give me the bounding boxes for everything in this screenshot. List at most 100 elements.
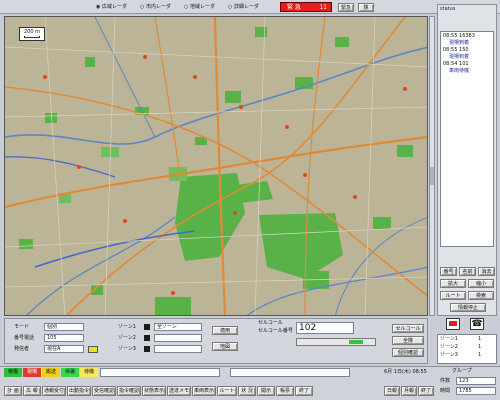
end-button[interactable]: 終了 — [418, 386, 434, 396]
all-units-button[interactable]: 全隊 — [392, 336, 424, 345]
status-tag: 現場 — [23, 368, 41, 377]
log-text: 車両待機 — [449, 68, 470, 74]
slider-fill — [349, 340, 363, 344]
info-stop-button[interactable]: 情報停止 — [450, 303, 486, 312]
group-panel: ゾーン1 1 ゾーン2 1 ゾーン3 1 — [437, 334, 497, 364]
unit-number-field[interactable]: 102 — [296, 322, 354, 334]
playback-slider[interactable] — [296, 338, 376, 346]
radio-wide[interactable]: ◉ 広域レーダ — [96, 4, 127, 11]
radio-area[interactable]: ○ 地域レーダ — [184, 4, 215, 11]
zoom-in-button[interactable]: 拡大 — [440, 279, 466, 288]
log-entry[interactable]: 08:55 150 — [443, 47, 491, 54]
zone3-swatch — [144, 346, 150, 352]
daily-report-button[interactable]: 日報 — [384, 386, 400, 396]
scroll-thumb[interactable] — [430, 167, 434, 185]
status-tags: 稼働 現場 搬送 帰署 待機 — [4, 368, 100, 377]
unit-button[interactable]: 隊 — [358, 3, 374, 12]
route-button[interactable]: ルート — [440, 291, 466, 300]
radio-icon: ○ — [184, 4, 189, 10]
radio-detail[interactable]: ○ 詳細レーダ — [228, 4, 259, 11]
radio-city[interactable]: ○ 市内レーダ — [140, 4, 171, 11]
log-text: 現場到着 — [449, 54, 470, 60]
map-vertical-scrollbar[interactable] — [429, 16, 435, 316]
right-panel: status 08:55 16383 現場到着 08:55 150 現場到着 0… — [437, 4, 497, 316]
flag-icon[interactable] — [446, 318, 460, 330]
scale-bar: 200 m — [19, 27, 45, 41]
log-code: 150 — [459, 47, 469, 53]
log-time: 08:54 — [443, 61, 458, 67]
log-entry[interactable]: 08:54 101 — [443, 61, 491, 68]
zone3-label: ゾーン3 — [118, 346, 136, 352]
route-bottom-button[interactable]: ルート — [217, 386, 237, 396]
receive-check-button[interactable]: 受信確認 — [92, 386, 116, 396]
send-memo-button[interactable]: 送達メモ — [167, 386, 191, 396]
flag-red — [449, 321, 457, 326]
number-button[interactable]: 番号 — [440, 267, 457, 276]
individual-confirm-button[interactable]: 個別確認 — [392, 348, 424, 357]
scale-line — [24, 36, 40, 38]
code-label: 番号電話 — [14, 335, 35, 341]
group-row-value: 1 — [478, 344, 482, 350]
radio-group: ◉ 広域レーダ ○ 市内レーダ ○ 地域レーダ ○ 詳細レーダ — [96, 4, 266, 12]
zone1-swatch — [144, 324, 150, 330]
log-time: 08:55 — [443, 33, 458, 39]
log-text: 現場到着 — [449, 40, 470, 46]
name-field[interactable]: 現在A — [44, 345, 84, 353]
log-entry[interactable]: 08:55 16383 — [443, 33, 491, 40]
map-view[interactable]: 200 m — [4, 16, 428, 316]
area-button[interactable]: 地図 — [212, 342, 238, 351]
unit-label: セルコール — [258, 320, 283, 326]
panel-title: status — [440, 6, 456, 12]
situation-button[interactable]: 状 況 — [238, 386, 256, 396]
group-row-label: ゾーン1 — [440, 336, 458, 342]
radio-icon: ○ — [228, 4, 233, 10]
plan-button[interactable]: 計 画 — [4, 386, 22, 396]
zone3-select[interactable] — [154, 345, 202, 353]
search-button[interactable]: 検索 — [468, 291, 494, 300]
count-label: 件数 — [440, 378, 451, 384]
monthly-report-button[interactable]: 月報 — [401, 386, 417, 396]
group-row-label: ゾーン3 — [440, 352, 458, 358]
apply-button[interactable]: 適用 — [212, 326, 238, 335]
group-row-value: 1 — [478, 336, 482, 342]
name-label: 発信者 — [14, 346, 30, 352]
order-check-button[interactable]: 指令確認 — [117, 386, 141, 396]
zone1-select[interactable]: 全ゾーン — [154, 323, 202, 331]
log-time: 08:55 — [443, 47, 458, 53]
count-field: 123 — [456, 377, 496, 385]
zoom-out-button[interactable]: 縮小 — [468, 279, 494, 288]
cell-call-button[interactable]: セルコール — [392, 324, 424, 333]
log-code: 16383 — [459, 33, 475, 39]
exit-bottom-button[interactable]: 終了 — [295, 386, 313, 396]
name-button[interactable]: 名前 — [459, 267, 476, 276]
status-log[interactable]: 08:55 16383 現場到着 08:55 150 現場到着 08:54 10… — [440, 31, 494, 247]
status-tag: 帰署 — [61, 368, 79, 377]
dispatch-button[interactable]: 出動指令 — [67, 386, 91, 396]
status-tag: 稼働 — [4, 368, 22, 377]
zone2-select[interactable] — [154, 334, 202, 342]
clear-button[interactable]: 消去 — [478, 267, 495, 276]
mode-label: モード — [14, 324, 30, 330]
radio-icon: ◉ — [96, 4, 101, 10]
time-field: 1785 — [456, 387, 496, 395]
disclose-button[interactable]: 開示 — [257, 386, 275, 396]
alert-box[interactable]: 緊 急 11 — [280, 2, 332, 12]
group-row-value: 1 — [478, 352, 482, 358]
log-code: 101 — [459, 61, 469, 67]
code-field[interactable]: 105 — [44, 334, 84, 342]
zone2-label: ゾーン2 — [118, 335, 136, 341]
radio-icon: ○ — [140, 4, 145, 10]
message-field[interactable] — [100, 368, 220, 377]
state-display-button[interactable]: 状態表示 — [142, 386, 166, 396]
unit-sub-label: セルコール番号 — [258, 328, 293, 334]
phone-icon[interactable]: ☎ — [470, 318, 484, 330]
ledger-button[interactable]: 帳票 — [276, 386, 294, 396]
vehicle-display-button[interactable]: 車両表示 — [192, 386, 216, 396]
mode-select[interactable]: 個別 — [44, 323, 84, 331]
map-canvas — [5, 17, 427, 315]
notice-button[interactable]: 広 報 — [23, 386, 41, 396]
report-intake-button[interactable]: 通報受付 — [42, 386, 66, 396]
zone1-label: ゾーン1 — [118, 324, 136, 330]
message-field-2[interactable] — [230, 368, 350, 377]
emergency-button[interactable]: 緊急 — [338, 3, 354, 12]
